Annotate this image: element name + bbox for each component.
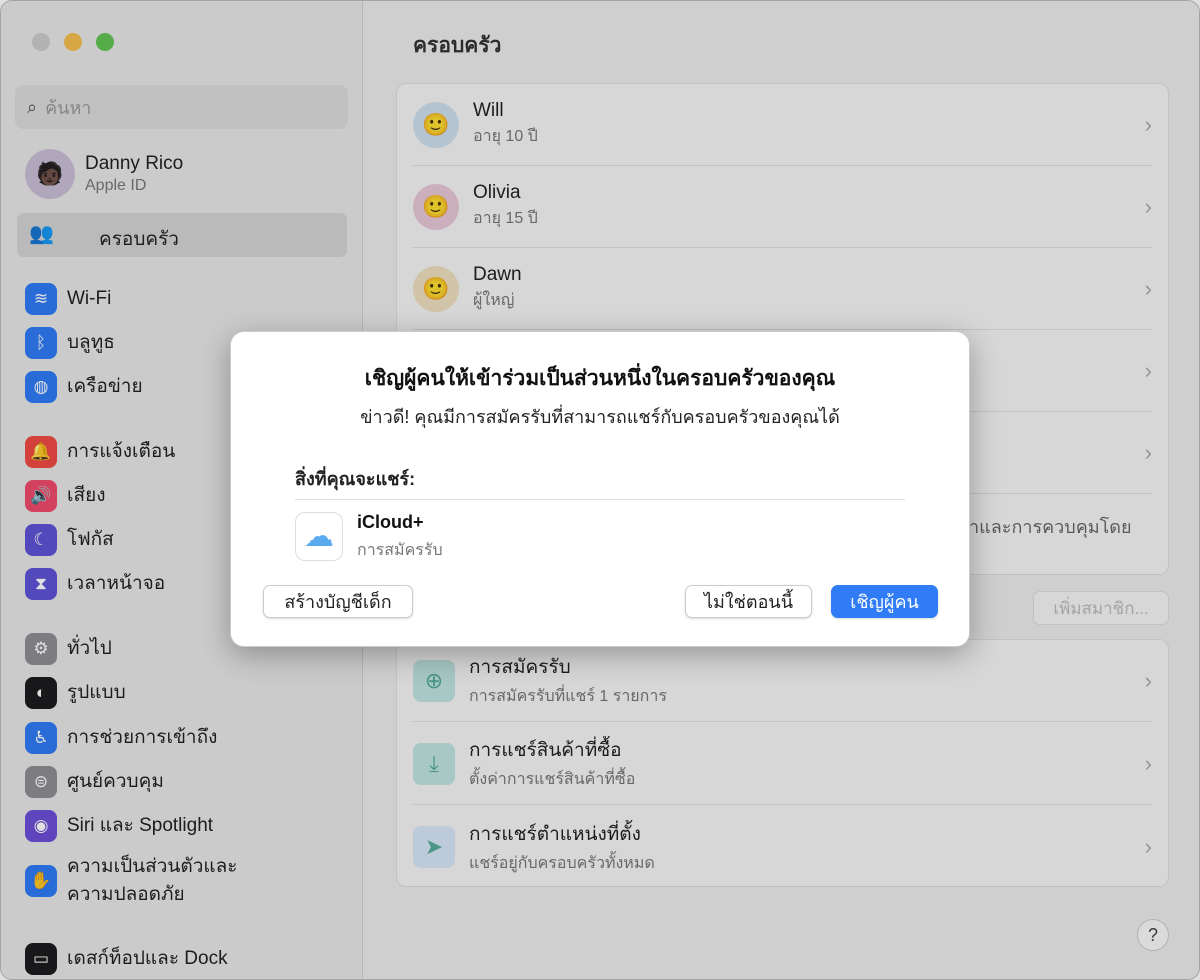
icloud-icon: ☁	[295, 512, 343, 561]
create-child-account-button[interactable]: สร้างบัญชีเด็ก	[263, 585, 413, 618]
invite-dialog: เชิญผู้คนให้เข้าร่วมเป็นส่วนหนึ่งในครอบค…	[230, 331, 970, 647]
not-now-button[interactable]: ไม่ใช่ตอนนี้	[685, 585, 812, 618]
shared-item-sub: การสมัครรับ	[357, 542, 443, 559]
divider	[295, 499, 905, 500]
shared-item-name: iCloud+	[357, 512, 424, 532]
invite-button[interactable]: เชิญผู้คน	[831, 585, 938, 618]
dialog-title: เชิญผู้คนให้เข้าร่วมเป็นส่วนหนึ่งในครอบค…	[364, 367, 836, 390]
dialog-subtitle: ข่าวดี! คุณมีการสมัครรับที่สามารถแชร์กับ…	[360, 407, 840, 427]
share-label: สิ่งที่คุณจะแชร์:	[295, 469, 416, 489]
